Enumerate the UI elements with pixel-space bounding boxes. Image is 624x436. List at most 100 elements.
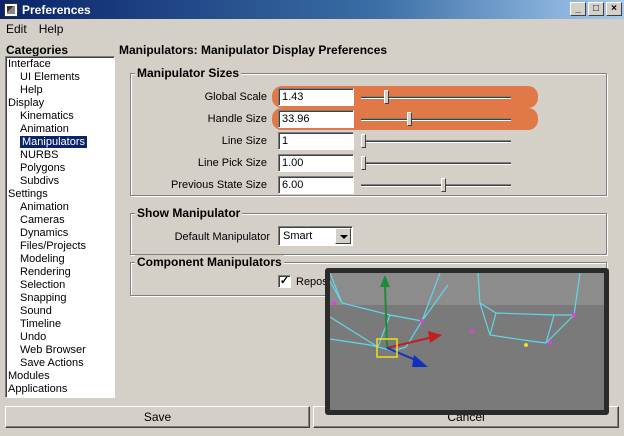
title-bar: Preferences _ □ × [0, 0, 624, 19]
size-value-field[interactable]: 1.43 [278, 88, 354, 106]
slider-thumb[interactable] [407, 112, 412, 126]
category-item-label: Dynamics [20, 227, 69, 239]
category-item-label: Settings [8, 188, 48, 200]
menu-help[interactable]: Help [33, 22, 70, 36]
size-slider[interactable] [361, 132, 511, 150]
slider-track [361, 140, 511, 143]
manipulator-sizes-label: Manipulator Sizes [135, 66, 242, 80]
maya-app-icon [4, 2, 18, 17]
category-item-label: Web Browser [20, 344, 86, 356]
window-controls: _ □ × [570, 2, 622, 16]
category-item[interactable]: Manipulators [6, 136, 114, 149]
category-item[interactable]: Undo [6, 331, 114, 344]
category-item[interactable]: Settings [6, 188, 114, 201]
show-manipulator-label: Show Manipulator [135, 206, 243, 220]
category-item-label: Files/Projects [20, 240, 87, 252]
category-item-label: Subdivs [20, 175, 60, 187]
default-manipulator-row: Default Manipulator [130, 228, 270, 246]
slider-track [361, 162, 511, 165]
save-button[interactable]: Save [5, 406, 310, 428]
category-item-label: Save Actions [20, 357, 84, 369]
chevron-down-icon[interactable] [335, 228, 351, 244]
size-slider[interactable] [361, 154, 511, 172]
category-item[interactable]: Rendering [6, 266, 114, 279]
size-row-label-wrap: Previous State Size [130, 176, 267, 194]
slider-track [361, 184, 511, 187]
category-item[interactable]: Applications [6, 383, 114, 396]
category-item-label: Rendering [20, 266, 71, 278]
categories-list: Interface UI Elements Help Display Kinematic… [5, 56, 115, 398]
slider-thumb[interactable] [361, 156, 366, 170]
slider-track [361, 118, 511, 121]
category-item-label: Animation [20, 201, 69, 213]
category-item[interactable]: NURBS [6, 149, 114, 162]
size-value-field[interactable]: 1.00 [278, 154, 354, 172]
size-row-label: Handle Size [207, 113, 267, 125]
size-value-field[interactable]: 6.00 [278, 176, 354, 194]
size-value-field[interactable]: 1 [278, 132, 354, 150]
category-item[interactable]: Dynamics [6, 227, 114, 240]
category-item-label: Modeling [20, 253, 65, 265]
size-row-label: Line Size [221, 135, 267, 147]
category-item[interactable]: Selection [6, 279, 114, 292]
category-item-label: Applications [8, 383, 68, 395]
slider-thumb[interactable] [361, 134, 366, 148]
default-manipulator-value: Smart [283, 230, 313, 242]
category-item[interactable]: Snapping [6, 292, 114, 305]
category-item-label: Timeline [20, 318, 62, 330]
size-row-label: Previous State Size [171, 179, 267, 191]
category-item[interactable]: Animation [6, 123, 114, 136]
manipulator-preview-drawing [330, 273, 604, 410]
category-item-label: Selection [20, 279, 66, 291]
component-manipulators-label: Component Manipulators [135, 255, 284, 269]
slider-thumb[interactable] [384, 90, 389, 104]
manipulator-preview-image [325, 268, 609, 415]
category-item[interactable]: Polygons [6, 162, 114, 175]
size-row-label-wrap: Global Scale [130, 88, 267, 106]
size-row-label-wrap: Line Size [130, 132, 267, 150]
category-item[interactable]: Cameras [6, 214, 114, 227]
size-slider[interactable] [361, 176, 511, 194]
menu-edit[interactable]: Edit [0, 22, 33, 36]
category-item-label: Snapping [20, 292, 67, 304]
category-item[interactable]: Web Browser [6, 344, 114, 357]
maximize-button[interactable]: □ [588, 2, 604, 16]
category-item-label: Display [8, 97, 45, 109]
close-button[interactable]: × [606, 2, 622, 16]
reposition-checkbox[interactable]: ✓ [278, 275, 291, 288]
size-slider[interactable] [361, 110, 511, 128]
category-item-label: UI Elements [20, 71, 80, 83]
category-item[interactable]: Timeline [6, 318, 114, 331]
category-item[interactable]: Modeling [6, 253, 114, 266]
size-slider[interactable] [361, 88, 511, 106]
size-row-label: Global Scale [204, 91, 267, 103]
reposition-label: Repos [296, 276, 328, 288]
category-item[interactable]: Modules [6, 370, 114, 383]
category-item[interactable]: Animation [6, 201, 114, 214]
category-item-label: Manipulators [20, 136, 87, 148]
category-item[interactable]: Sound [6, 305, 114, 318]
category-item[interactable]: Help [6, 84, 114, 97]
category-item[interactable]: Files/Projects [6, 240, 114, 253]
size-row-label-wrap: Line Pick Size [130, 154, 267, 172]
window-title: Preferences [22, 2, 91, 17]
slider-thumb[interactable] [441, 178, 446, 192]
category-item-label: Animation [20, 123, 69, 135]
category-item-label: Kinematics [20, 110, 74, 122]
size-value-field[interactable]: 33.96 [278, 110, 354, 128]
minimize-button[interactable]: _ [570, 2, 586, 16]
default-manipulator-dropdown[interactable]: Smart [278, 226, 353, 246]
category-item-label: Help [20, 84, 43, 96]
category-item[interactable]: UI Elements [6, 71, 114, 84]
category-item[interactable]: Kinematics [6, 110, 114, 123]
size-row-label: Line Pick Size [197, 157, 267, 169]
category-item-label: Interface [8, 58, 51, 70]
category-item-label: Sound [20, 305, 52, 317]
category-item[interactable]: Save Actions [6, 357, 114, 370]
category-item[interactable]: Interface [6, 58, 114, 71]
category-item[interactable]: Subdivs [6, 175, 114, 188]
category-item-label: Modules [8, 370, 50, 382]
category-item-label: Cameras [20, 214, 65, 226]
category-item[interactable]: Display [6, 97, 114, 110]
size-row-label-wrap: Handle Size [130, 110, 267, 128]
